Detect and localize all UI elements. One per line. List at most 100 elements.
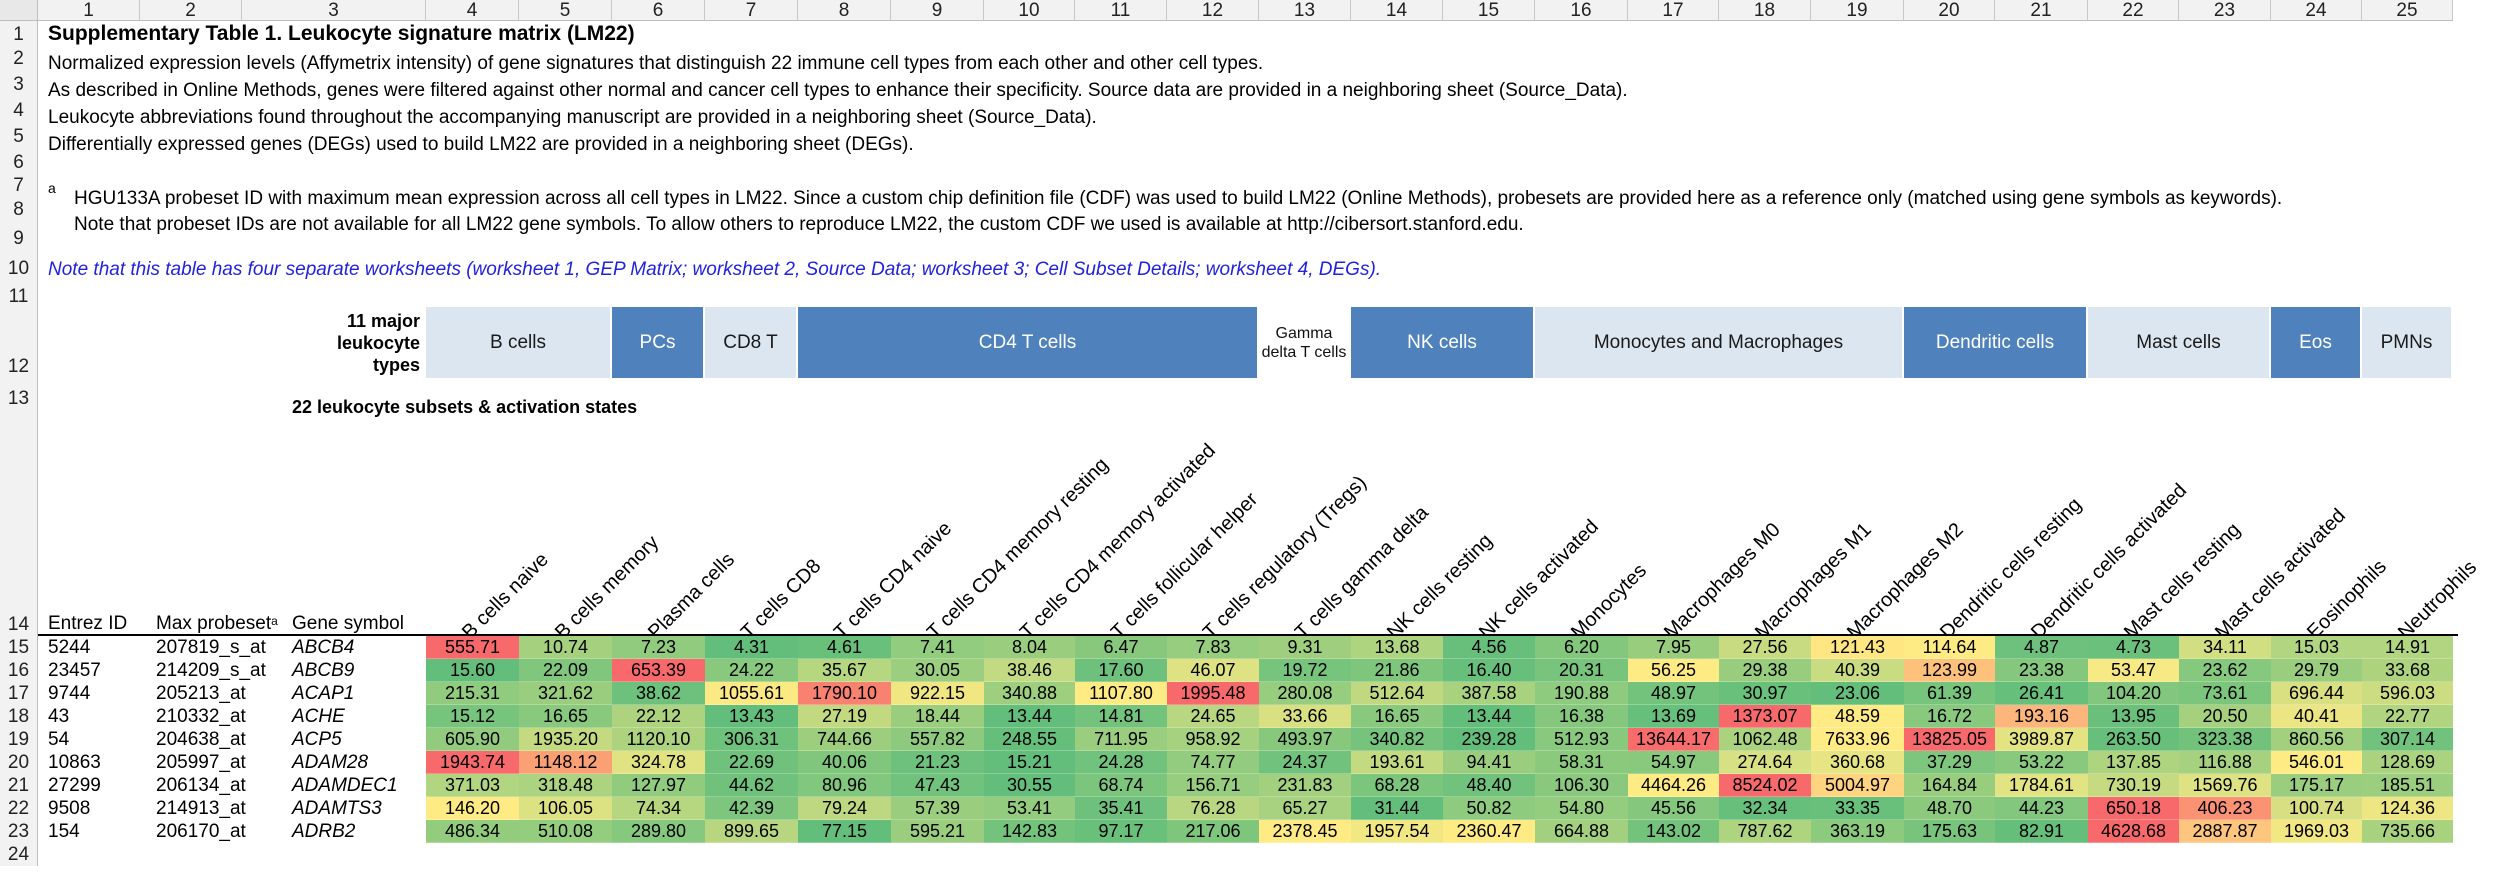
probeset-cell[interactable]: 214209_s_at <box>156 660 266 682</box>
expression-cell[interactable]: 31.44 <box>1351 797 1443 820</box>
expression-cell[interactable]: 6.47 <box>1075 636 1167 659</box>
expression-cell[interactable]: 24.28 <box>1075 751 1167 774</box>
expression-cell[interactable]: 899.65 <box>705 820 798 843</box>
expression-cell[interactable]: 406.23 <box>2179 797 2271 820</box>
expression-cell[interactable]: 14.91 <box>2362 636 2453 659</box>
row-header-6[interactable]: 6 <box>0 148 38 174</box>
column-header-12[interactable]: 12 <box>1167 0 1259 21</box>
expression-cell[interactable]: 360.68 <box>1811 751 1904 774</box>
expression-cell[interactable]: 787.62 <box>1719 820 1811 843</box>
column-header-25[interactable]: 25 <box>2362 0 2453 21</box>
row-header-5[interactable]: 5 <box>0 122 38 148</box>
expression-cell[interactable]: 53.22 <box>1995 751 2088 774</box>
expression-cell[interactable]: 20.50 <box>2179 705 2271 728</box>
expression-cell[interactable]: 2378.45 <box>1259 820 1351 843</box>
expression-cell[interactable]: 650.18 <box>2088 797 2179 820</box>
expression-cell[interactable]: 605.90 <box>426 728 519 751</box>
row-header-16[interactable]: 16 <box>0 659 38 682</box>
column-header-6[interactable]: 6 <box>612 0 705 21</box>
row-header-13[interactable]: 13 <box>0 378 38 410</box>
column-header-1[interactable]: 1 <box>38 0 140 21</box>
expression-cell[interactable]: 8.04 <box>984 636 1075 659</box>
gene-symbol-cell[interactable]: ACAP1 <box>292 683 354 705</box>
expression-cell[interactable]: 340.88 <box>984 682 1075 705</box>
expression-cell[interactable]: 24.65 <box>1167 705 1259 728</box>
expression-cell[interactable]: 23.38 <box>1995 659 2088 682</box>
expression-cell[interactable]: 29.79 <box>2271 659 2362 682</box>
expression-cell[interactable]: 512.64 <box>1351 682 1443 705</box>
expression-cell[interactable]: 137.85 <box>2088 751 2179 774</box>
probeset-cell[interactable]: 214913_at <box>156 798 246 820</box>
expression-cell[interactable]: 23.62 <box>2179 659 2271 682</box>
expression-cell[interactable]: 127.97 <box>612 774 705 797</box>
entrez-id-cell[interactable]: 27299 <box>48 775 101 797</box>
expression-cell[interactable]: 40.06 <box>798 751 891 774</box>
expression-cell[interactable]: 114.64 <box>1904 636 1995 659</box>
expression-cell[interactable]: 35.41 <box>1075 797 1167 820</box>
expression-cell[interactable]: 58.31 <box>1535 751 1628 774</box>
probeset-cell[interactable]: 210332_at <box>156 706 246 728</box>
expression-cell[interactable]: 13.44 <box>1443 705 1535 728</box>
column-header-3[interactable]: 3 <box>242 0 426 21</box>
row-header-20[interactable]: 20 <box>0 751 38 774</box>
expression-cell[interactable]: 123.99 <box>1904 659 1995 682</box>
expression-cell[interactable]: 65.27 <box>1259 797 1351 820</box>
expression-cell[interactable]: 307.14 <box>2362 728 2453 751</box>
expression-cell[interactable]: 34.11 <box>2179 636 2271 659</box>
expression-cell[interactable]: 38.46 <box>984 659 1075 682</box>
expression-cell[interactable]: 13.69 <box>1628 705 1719 728</box>
row-header-18[interactable]: 18 <box>0 705 38 728</box>
expression-cell[interactable]: 6.20 <box>1535 636 1628 659</box>
expression-cell[interactable]: 321.62 <box>519 682 612 705</box>
probeset-cell[interactable]: 206170_at <box>156 821 246 843</box>
entrez-id-cell[interactable]: 9508 <box>48 798 90 820</box>
expression-cell[interactable]: 82.91 <box>1995 820 2088 843</box>
expression-cell[interactable]: 4.31 <box>705 636 798 659</box>
row-header-19[interactable]: 19 <box>0 728 38 751</box>
expression-cell[interactable]: 73.61 <box>2179 682 2271 705</box>
probeset-cell[interactable]: 205213_at <box>156 683 246 705</box>
expression-cell[interactable]: 696.44 <box>2271 682 2362 705</box>
expression-cell[interactable]: 3989.87 <box>1995 728 2088 751</box>
expression-cell[interactable]: 21.23 <box>891 751 984 774</box>
expression-cell[interactable]: 156.71 <box>1167 774 1259 797</box>
expression-cell[interactable]: 493.97 <box>1259 728 1351 751</box>
expression-cell[interactable]: 97.17 <box>1075 820 1167 843</box>
row-header-24[interactable]: 24 <box>0 843 38 866</box>
expression-cell[interactable]: 16.65 <box>1351 705 1443 728</box>
expression-cell[interactable]: 48.59 <box>1811 705 1904 728</box>
column-header-17[interactable]: 17 <box>1628 0 1719 21</box>
expression-cell[interactable]: 387.58 <box>1443 682 1535 705</box>
expression-cell[interactable]: 54.97 <box>1628 751 1719 774</box>
expression-cell[interactable]: 1784.61 <box>1995 774 2088 797</box>
gene-symbol-cell[interactable]: ACHE <box>292 706 345 728</box>
expression-cell[interactable]: 79.24 <box>798 797 891 820</box>
expression-cell[interactable]: 13.68 <box>1351 636 1443 659</box>
gene-symbol-cell[interactable]: ADAM28 <box>292 752 368 774</box>
column-header-22[interactable]: 22 <box>2088 0 2179 21</box>
gene-symbol-cell[interactable]: ABCB4 <box>292 637 354 659</box>
expression-cell[interactable]: 74.34 <box>612 797 705 820</box>
column-header-20[interactable]: 20 <box>1904 0 1995 21</box>
expression-cell[interactable]: 371.03 <box>426 774 519 797</box>
expression-cell[interactable]: 53.47 <box>2088 659 2179 682</box>
expression-cell[interactable]: 239.28 <box>1443 728 1535 751</box>
entrez-id-cell[interactable]: 9744 <box>48 683 90 705</box>
entrez-id-cell[interactable]: 43 <box>48 706 69 728</box>
entrez-id-cell[interactable]: 54 <box>48 729 69 751</box>
expression-cell[interactable]: 1957.54 <box>1351 820 1443 843</box>
expression-cell[interactable]: 15.21 <box>984 751 1075 774</box>
expression-cell[interactable]: 1790.10 <box>798 682 891 705</box>
row-header-9[interactable]: 9 <box>0 221 38 250</box>
expression-cell[interactable]: 106.30 <box>1535 774 1628 797</box>
expression-cell[interactable]: 56.25 <box>1628 659 1719 682</box>
expression-cell[interactable]: 1569.76 <box>2179 774 2271 797</box>
expression-cell[interactable]: 47.43 <box>891 774 984 797</box>
expression-cell[interactable]: 1062.48 <box>1719 728 1811 751</box>
column-header-23[interactable]: 23 <box>2179 0 2271 21</box>
expression-cell[interactable]: 510.08 <box>519 820 612 843</box>
expression-cell[interactable]: 142.83 <box>984 820 1075 843</box>
expression-cell[interactable]: 4.61 <box>798 636 891 659</box>
column-header-18[interactable]: 18 <box>1719 0 1811 21</box>
expression-cell[interactable]: 653.39 <box>612 659 705 682</box>
